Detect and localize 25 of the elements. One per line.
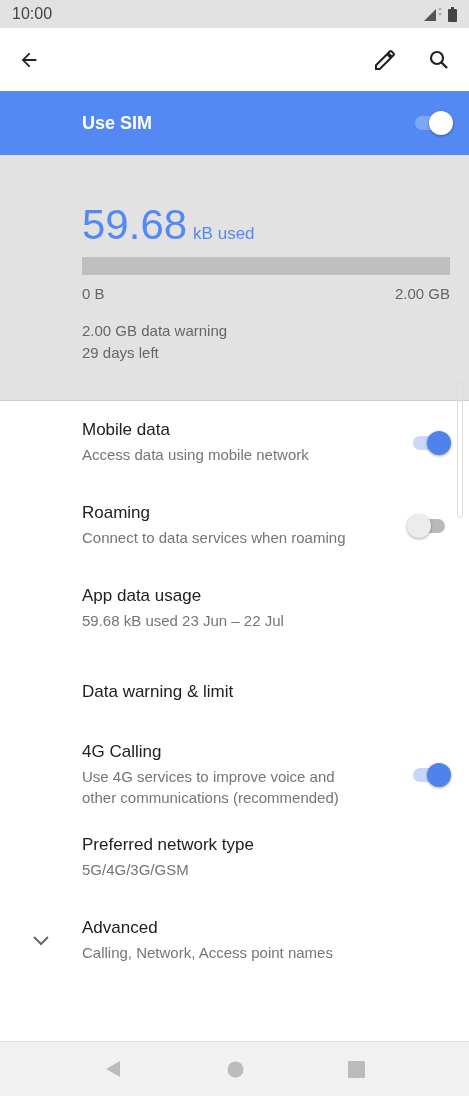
- usage-unit: kB used: [193, 224, 255, 244]
- sim-label: Use SIM: [82, 112, 153, 134]
- setting-title[interactable]: Mobile data: [82, 420, 399, 440]
- setting-subtitle: Use 4G services to improve voice and other communications (recommended): [82, 766, 340, 808]
- setting-title[interactable]: 4G Calling: [82, 741, 399, 762]
- setting-subtitle: 5G/4G/3G/GSM: [82, 860, 190, 880]
- setting-title[interactable]: Advanced: [82, 918, 447, 938]
- setting-title[interactable]: Data warning & limit: [82, 681, 447, 702]
- setting-subtitle: Connect to data services when roaming: [82, 528, 347, 548]
- setting-title[interactable]: App data usage: [82, 586, 447, 606]
- max-label: 2.00 GB: [394, 285, 450, 302]
- min-label: 0 B: [82, 285, 105, 302]
- days-left-text: 29 days left: [82, 343, 160, 363]
- setting-subtitle: Access data using mobile network: [82, 445, 310, 465]
- setting-subtitle: 59.68 kB used 23 Jun – 22 Jul: [82, 611, 285, 631]
- setting-title[interactable]: Preferred network type: [82, 835, 447, 855]
- chevron-icon[interactable]: [33, 935, 49, 946]
- signal-icon: [424, 7, 442, 21]
- setting-title[interactable]: Roaming: [82, 503, 399, 523]
- status-time: 10:00: [12, 5, 53, 23]
- pencil-icon[interactable]: [373, 47, 397, 72]
- warning-text: 2.00 GB data warning: [82, 321, 229, 341]
- setting-subtitle: Calling, Network, Access point names: [82, 943, 334, 963]
- usage-amount: 59.68: [82, 201, 188, 249]
- battery-icon: [448, 6, 457, 22]
